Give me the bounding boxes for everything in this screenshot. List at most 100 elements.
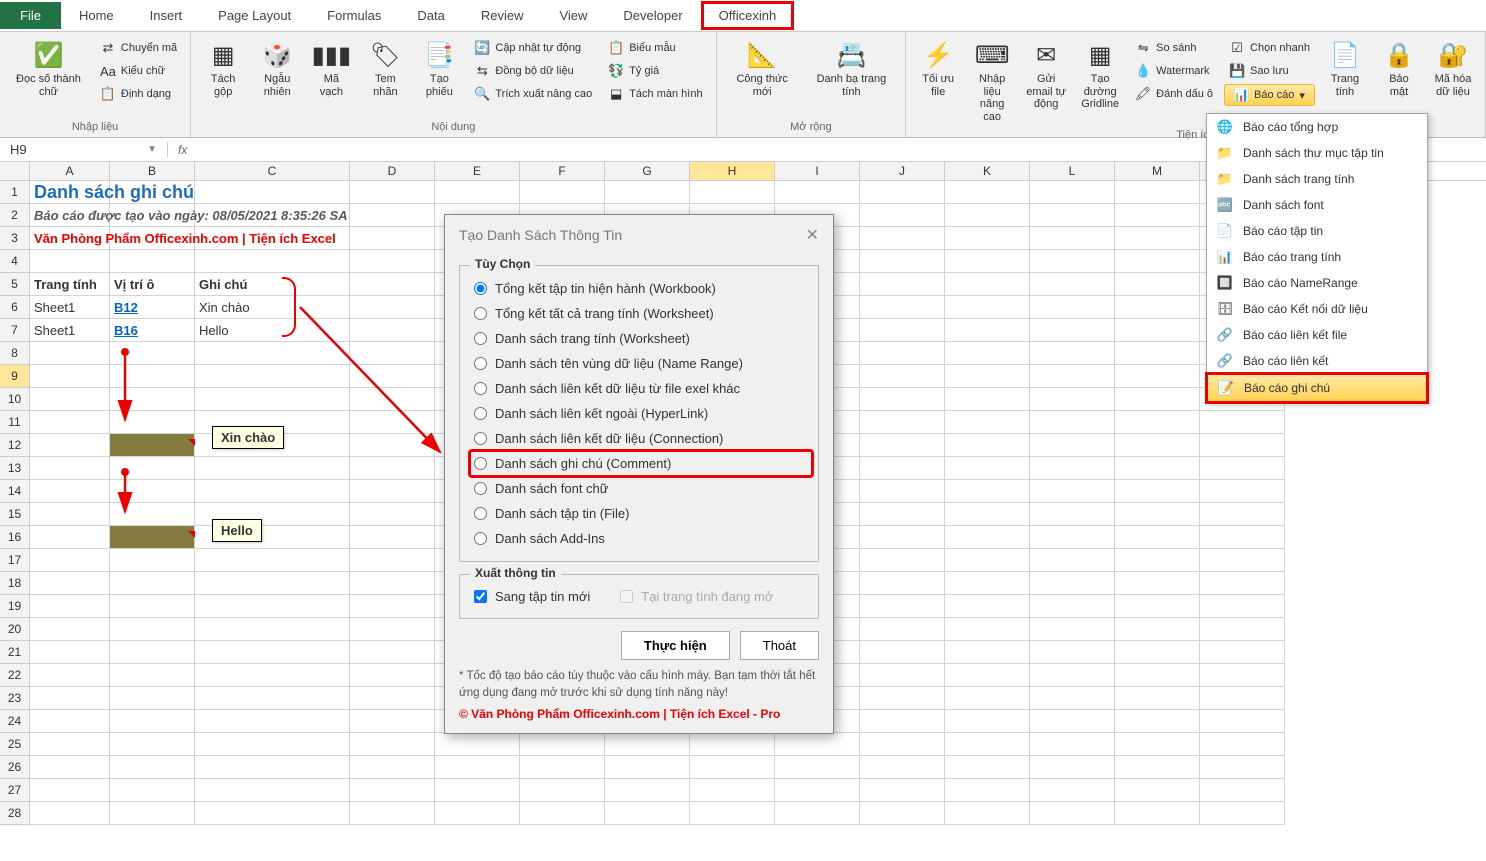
btn-toiuufile[interactable]: ⚡Tối ưu file xyxy=(914,36,962,127)
cell-K9[interactable] xyxy=(945,365,1030,388)
tab-formulas[interactable]: Formulas xyxy=(309,1,399,30)
cell-L10[interactable] xyxy=(1030,388,1115,411)
row-header-13[interactable]: 13 xyxy=(0,457,30,480)
cell-D13[interactable] xyxy=(350,457,435,480)
cell-L23[interactable] xyxy=(1030,687,1115,710)
cell-A22[interactable] xyxy=(30,664,110,687)
cell-C8[interactable] xyxy=(195,342,350,365)
row-header-22[interactable]: 22 xyxy=(0,664,30,687)
btn-capnhat[interactable]: 🔄Cập nhật tự động xyxy=(469,38,597,58)
tab-pagelayout[interactable]: Page Layout xyxy=(200,1,309,30)
cell-M27[interactable] xyxy=(1115,779,1200,802)
cell-A23[interactable] xyxy=(30,687,110,710)
cell-H27[interactable] xyxy=(690,779,775,802)
cell-D23[interactable] xyxy=(350,687,435,710)
cell-H25[interactable] xyxy=(690,733,775,756)
row-header-27[interactable]: 27 xyxy=(0,779,30,802)
cell-J18[interactable] xyxy=(860,572,945,595)
row-header-1[interactable]: 1 xyxy=(0,181,30,204)
row-header-5[interactable]: 5 xyxy=(0,273,30,296)
cell-C24[interactable] xyxy=(195,710,350,733)
cell-M16[interactable] xyxy=(1115,526,1200,549)
cell-D27[interactable] xyxy=(350,779,435,802)
cell-G27[interactable] xyxy=(605,779,690,802)
cell-K7[interactable] xyxy=(945,319,1030,342)
tab-officexinh[interactable]: Officexinh xyxy=(701,1,795,30)
cell-J2[interactable] xyxy=(860,204,945,227)
cell-B11[interactable] xyxy=(110,411,195,434)
cell-M6[interactable] xyxy=(1115,296,1200,319)
cell-N14[interactable] xyxy=(1200,480,1285,503)
btn-bieumau[interactable]: 📋Biểu mẫu xyxy=(603,38,707,58)
cell-C6[interactable]: Xin chào xyxy=(195,296,350,319)
cell-B22[interactable] xyxy=(110,664,195,687)
row-header-8[interactable]: 8 xyxy=(0,342,30,365)
cell-D18[interactable] xyxy=(350,572,435,595)
cell-A20[interactable] xyxy=(30,618,110,641)
chk-sang-tap-tin-moi[interactable]: Sang tập tin mới xyxy=(474,585,590,608)
btn-guiemail[interactable]: ✉Gửi email tự động xyxy=(1022,36,1070,127)
cell-D24[interactable] xyxy=(350,710,435,733)
row-header-28[interactable]: 28 xyxy=(0,802,30,825)
btn-watermark[interactable]: 💧Watermark xyxy=(1130,61,1218,81)
cell-M3[interactable] xyxy=(1115,227,1200,250)
cell-L6[interactable] xyxy=(1030,296,1115,319)
cell-C22[interactable] xyxy=(195,664,350,687)
cell-D25[interactable] xyxy=(350,733,435,756)
row-header-20[interactable]: 20 xyxy=(0,618,30,641)
cell-A2[interactable]: Báo cáo được tạo vào ngày: 08/05/2021 8:… xyxy=(30,204,110,227)
cell-B25[interactable] xyxy=(110,733,195,756)
cell-M10[interactable] xyxy=(1115,388,1200,411)
cell-C18[interactable] xyxy=(195,572,350,595)
cell-B9[interactable] xyxy=(110,365,195,388)
cell-L7[interactable] xyxy=(1030,319,1115,342)
cell-N11[interactable] xyxy=(1200,411,1285,434)
cell-M11[interactable] xyxy=(1115,411,1200,434)
col-header-B[interactable]: B xyxy=(110,162,195,180)
cell-K20[interactable] xyxy=(945,618,1030,641)
cell-J9[interactable] xyxy=(860,365,945,388)
cell-N25[interactable] xyxy=(1200,733,1285,756)
cell-A11[interactable] xyxy=(30,411,110,434)
cell-A21[interactable] xyxy=(30,641,110,664)
btn-trichxuat[interactable]: 🔍Trích xuất nâng cao xyxy=(469,84,597,104)
cell-J22[interactable] xyxy=(860,664,945,687)
tab-view[interactable]: View xyxy=(541,1,605,30)
btn-ngaunhien[interactable]: 🎲Ngẫu nhiên xyxy=(253,36,301,119)
cell-L5[interactable] xyxy=(1030,273,1115,296)
col-header-J[interactable]: J xyxy=(860,162,945,180)
cell-B4[interactable] xyxy=(110,250,195,273)
col-header-A[interactable]: A xyxy=(30,162,110,180)
cell-N19[interactable] xyxy=(1200,595,1285,618)
cell-B19[interactable] xyxy=(110,595,195,618)
cell-A4[interactable] xyxy=(30,250,110,273)
cell-J4[interactable] xyxy=(860,250,945,273)
radio-opt-0[interactable]: Tổng kết tập tin hiện hành (Workbook) xyxy=(474,276,804,301)
cell-D26[interactable] xyxy=(350,756,435,779)
cell-I28[interactable] xyxy=(775,802,860,825)
cell-L26[interactable] xyxy=(1030,756,1115,779)
cell-J5[interactable] xyxy=(860,273,945,296)
cell-B21[interactable] xyxy=(110,641,195,664)
cell-E27[interactable] xyxy=(435,779,520,802)
radio-opt-5[interactable]: Danh sách liên kết ngoài (HyperLink) xyxy=(474,401,804,426)
row-header-6[interactable]: 6 xyxy=(0,296,30,319)
cell-K16[interactable] xyxy=(945,526,1030,549)
cell-L11[interactable] xyxy=(1030,411,1115,434)
col-header-L[interactable]: L xyxy=(1030,162,1115,180)
cell-M17[interactable] xyxy=(1115,549,1200,572)
cell-L21[interactable] xyxy=(1030,641,1115,664)
cell-C14[interactable] xyxy=(195,480,350,503)
cell-C5[interactable]: Ghi chú xyxy=(195,273,350,296)
btn-saoluu[interactable]: 💾Sao lưu xyxy=(1224,61,1315,81)
cell-M5[interactable] xyxy=(1115,273,1200,296)
col-header-H[interactable]: H xyxy=(690,162,775,180)
cell-J23[interactable] xyxy=(860,687,945,710)
row-header-23[interactable]: 23 xyxy=(0,687,30,710)
btn-thuchien[interactable]: Thực hiện xyxy=(621,631,730,660)
cell-D17[interactable] xyxy=(350,549,435,572)
cell-L2[interactable] xyxy=(1030,204,1115,227)
cell-D10[interactable] xyxy=(350,388,435,411)
cell-N26[interactable] xyxy=(1200,756,1285,779)
cell-B16[interactable] xyxy=(110,526,195,549)
